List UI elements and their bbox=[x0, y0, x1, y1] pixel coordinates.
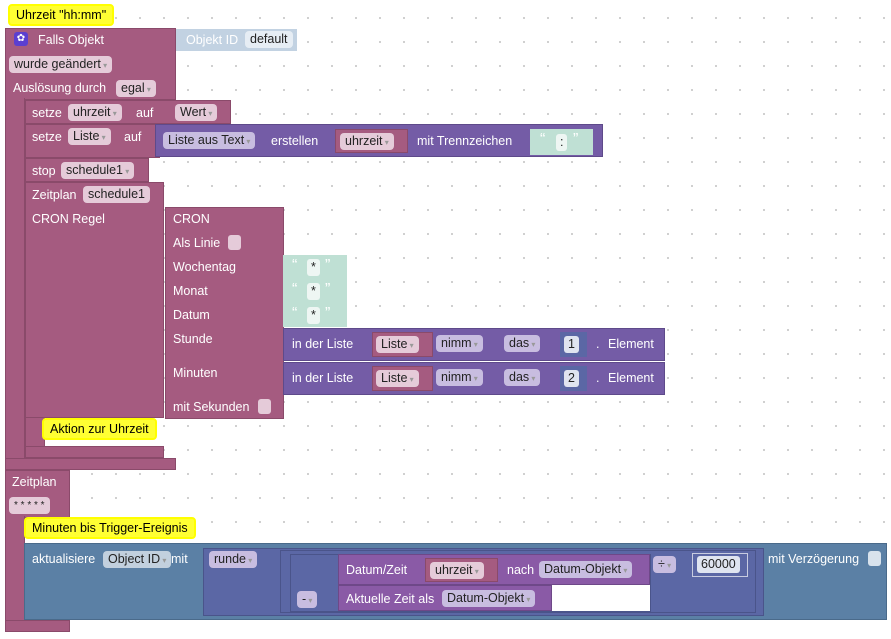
quote-open: “ bbox=[292, 257, 298, 274]
delay-label: mit Verzögerung bbox=[768, 552, 860, 566]
comment-aktion[interactable]: Aktion zur Uhrzeit bbox=[42, 418, 157, 440]
round-dropdown[interactable]: runde bbox=[209, 551, 258, 568]
wochentag-label: Wochentag bbox=[173, 260, 237, 274]
update-label: aktualisiere bbox=[32, 552, 96, 566]
dot: . bbox=[596, 371, 600, 385]
var-uhrzeit-dropdown[interactable]: uhrzeit bbox=[340, 133, 394, 150]
schedule2-bottom bbox=[5, 620, 70, 632]
element-label: Element bbox=[608, 337, 654, 351]
schedule-label: Zeitplan bbox=[32, 188, 77, 202]
minus-operator-dropdown[interactable]: - bbox=[297, 591, 318, 608]
mit-label: mit bbox=[171, 552, 188, 566]
gear-icon[interactable]: ✿ bbox=[14, 32, 28, 46]
var-uhrzeit-dropdown[interactable]: uhrzeit bbox=[430, 562, 484, 579]
als-linie-checkbox[interactable] bbox=[228, 235, 241, 250]
event-dropdown[interactable]: wurde geändert bbox=[9, 56, 113, 73]
index-field[interactable]: 2 bbox=[564, 370, 579, 387]
current-time-label: Aktuelle Zeit als bbox=[346, 592, 435, 606]
stunde-label: Stunde bbox=[173, 332, 213, 346]
set2-auf: auf bbox=[124, 130, 142, 144]
quote-open: “ bbox=[292, 305, 298, 322]
quote-open: “ bbox=[292, 281, 298, 298]
value-dropdown[interactable]: Wert bbox=[175, 104, 218, 121]
cron-rule-label: CRON Regel bbox=[32, 212, 105, 226]
separator-label: mit Trennzeichen bbox=[417, 134, 513, 148]
monat-field[interactable]: * bbox=[307, 283, 320, 300]
set1-label: setze bbox=[32, 106, 62, 120]
sekunden-checkbox[interactable] bbox=[258, 399, 271, 414]
dot: . bbox=[596, 337, 600, 351]
quote-open: “ bbox=[540, 131, 546, 148]
format2-dropdown[interactable]: Datum-Objekt bbox=[442, 590, 536, 607]
format-dropdown[interactable]: Datum-Objekt bbox=[539, 561, 633, 578]
quote-close: ” bbox=[325, 257, 331, 274]
set1-auf: auf bbox=[136, 106, 154, 120]
schedule2-label: Zeitplan bbox=[12, 475, 57, 489]
set1-var-dropdown[interactable]: uhrzeit bbox=[68, 104, 122, 121]
trigger-bottom bbox=[5, 458, 176, 470]
datum-field[interactable]: * bbox=[307, 307, 320, 324]
where-dropdown[interactable]: das bbox=[504, 369, 541, 386]
where-dropdown[interactable]: das bbox=[504, 335, 541, 352]
quote-close: ” bbox=[325, 305, 331, 322]
list-var-dropdown[interactable]: Liste bbox=[376, 370, 419, 387]
als-linie-label: Als Linie bbox=[173, 236, 221, 250]
blockly-workspace[interactable]: Uhrzeit "hh:mm" ✿ Falls Objekt Objekt ID… bbox=[0, 0, 891, 639]
object-id-label: Objekt ID bbox=[186, 33, 239, 47]
comment-minuten[interactable]: Minuten bis Trigger-Ereignis bbox=[24, 517, 196, 539]
delay-checkbox[interactable] bbox=[868, 551, 881, 566]
wochentag-field[interactable]: * bbox=[307, 259, 320, 276]
monat-label: Monat bbox=[173, 284, 208, 298]
schedule2-field[interactable]: * * * * * bbox=[9, 497, 50, 514]
datum-label: Datum bbox=[173, 308, 210, 322]
in-list-label: in der Liste bbox=[292, 371, 354, 385]
index-field[interactable]: 1 bbox=[564, 336, 579, 353]
schedule2-spine bbox=[5, 516, 25, 626]
divide-operator-dropdown[interactable]: ÷ bbox=[653, 556, 677, 573]
in-list-label: in der Liste bbox=[292, 337, 354, 351]
list-func-dropdown[interactable]: Liste aus Text bbox=[163, 132, 256, 149]
quote-close: ” bbox=[573, 131, 579, 148]
datum-zeit-label: Datum/Zeit bbox=[346, 563, 408, 577]
comment-uhrzeit[interactable]: Uhrzeit "hh:mm" bbox=[8, 4, 115, 26]
set2-label: setze bbox=[32, 130, 62, 144]
schedule-bottom bbox=[25, 446, 164, 458]
minuten-label: Minuten bbox=[173, 366, 218, 380]
schedule-name-field[interactable]: schedule1 bbox=[83, 186, 150, 203]
ausloesung-dropdown[interactable]: egal bbox=[116, 80, 156, 97]
empty-area bbox=[552, 585, 650, 611]
nach-label: nach bbox=[507, 563, 535, 577]
trigger-title: Falls Objekt bbox=[38, 33, 104, 47]
set2-var-dropdown[interactable]: Liste bbox=[68, 128, 111, 145]
object-id-field[interactable]: Object ID bbox=[103, 551, 172, 568]
list-var-dropdown[interactable]: Liste bbox=[376, 336, 419, 353]
stop-label: stop bbox=[32, 164, 56, 178]
ausloesung-label: Auslösung durch bbox=[13, 81, 107, 95]
erstellen-label: erstellen bbox=[271, 134, 319, 148]
sekunden-label: mit Sekunden bbox=[173, 400, 250, 414]
mode-dropdown[interactable]: nimm bbox=[436, 335, 483, 352]
cron-title: CRON bbox=[173, 212, 210, 226]
stop-dropdown[interactable]: schedule1 bbox=[61, 162, 135, 179]
quote-close: ” bbox=[325, 281, 331, 298]
element-label: Element bbox=[608, 371, 654, 385]
separator-field[interactable]: : bbox=[556, 134, 568, 151]
mode-dropdown[interactable]: nimm bbox=[436, 369, 483, 386]
divisor-field[interactable]: 60000 bbox=[697, 556, 740, 573]
trigger-spine bbox=[5, 98, 25, 470]
object-id-field[interactable]: default bbox=[245, 31, 293, 48]
